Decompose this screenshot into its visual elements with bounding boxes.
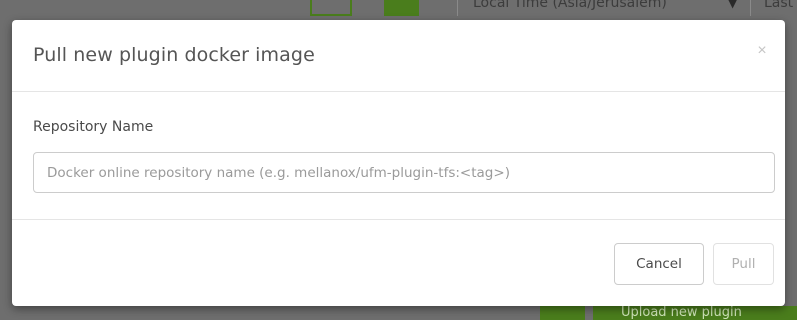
background-refresh-button xyxy=(540,306,585,320)
dialog-header: Pull new plugin docker image × xyxy=(12,20,785,92)
chevron-down-icon: ▼ xyxy=(728,0,738,10)
background-toolbar: Local Time (Asia/Jerusalem) ▼ Last xyxy=(0,0,797,18)
background-check-icon xyxy=(384,0,419,16)
background-divider xyxy=(457,0,458,16)
repository-name-label: Repository Name xyxy=(33,119,154,135)
repository-name-input[interactable] xyxy=(33,152,775,193)
background-timezone-select: Local Time (Asia/Jerusalem) xyxy=(473,0,667,11)
background-divider xyxy=(750,0,751,16)
dialog-body: Repository Name xyxy=(12,92,785,220)
pull-button[interactable]: Pull xyxy=(713,243,774,285)
cancel-button[interactable]: Cancel xyxy=(614,243,704,285)
dialog-title: Pull new plugin docker image xyxy=(33,44,315,66)
pull-plugin-dialog: Pull new plugin docker image × Repositor… xyxy=(12,20,785,306)
background-upload-plugin-button: Upload new plugin xyxy=(593,306,797,320)
dialog-footer: Cancel Pull xyxy=(12,220,785,306)
background-monitor-icon xyxy=(310,0,352,16)
background-last-label: Last xyxy=(764,0,794,11)
close-icon[interactable]: × xyxy=(751,40,773,62)
